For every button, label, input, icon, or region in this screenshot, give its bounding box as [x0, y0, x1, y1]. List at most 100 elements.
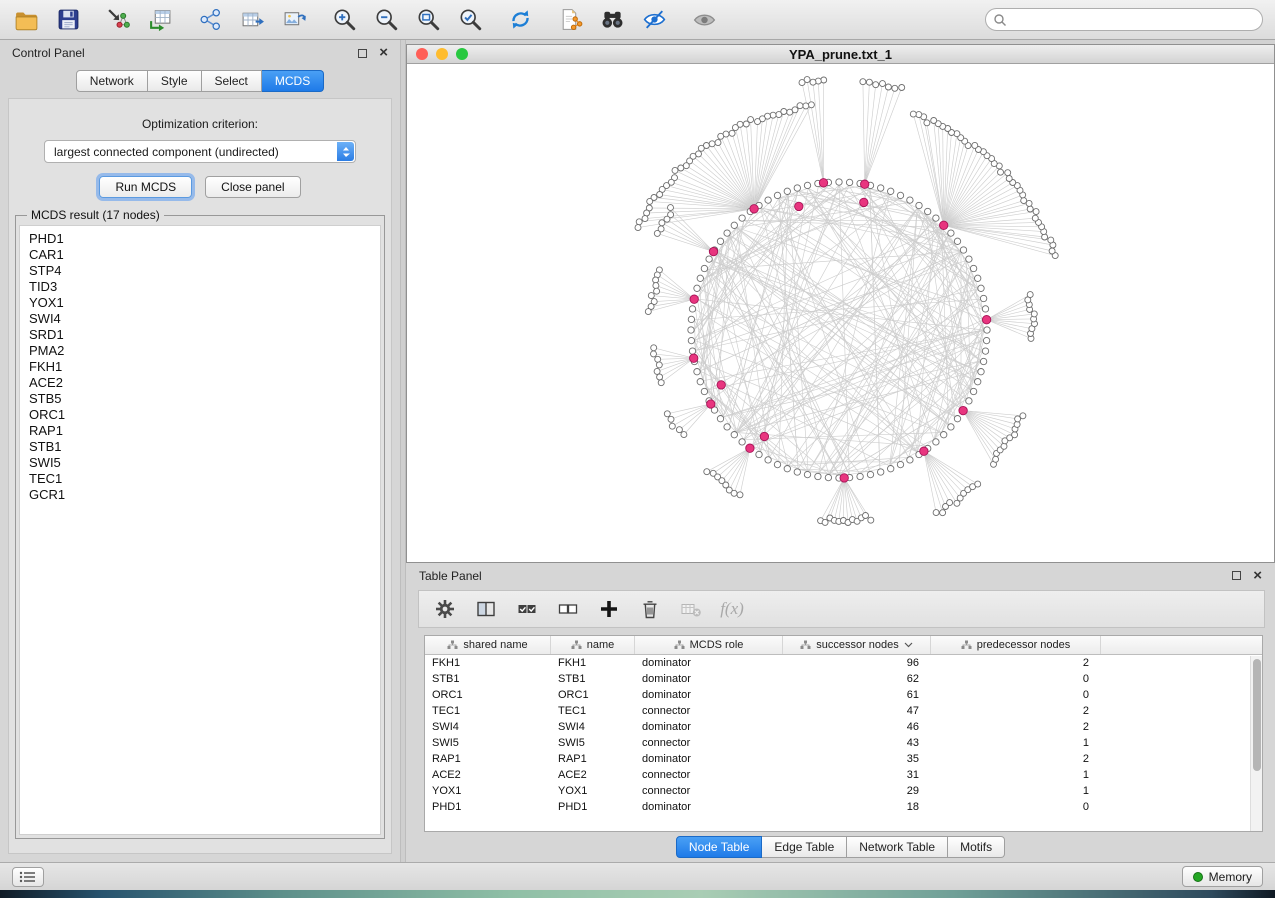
hide-selected-button[interactable] [640, 6, 668, 34]
function-builder-icon: f(x) [720, 599, 744, 619]
mcds-result-item[interactable]: STP4 [29, 263, 380, 279]
mcds-result-item[interactable]: YOX1 [29, 295, 380, 311]
mcds-result-item[interactable]: SWI5 [29, 455, 380, 471]
export-table-button[interactable] [238, 6, 266, 34]
cell-name: YOX1 [551, 785, 635, 797]
mcds-result-item[interactable]: GCR1 [29, 487, 380, 503]
run-mcds-button[interactable]: Run MCDS [99, 176, 192, 198]
mcds-result-item[interactable]: ACE2 [29, 375, 380, 391]
dropdown-stepper-icon [337, 142, 354, 161]
column-header-mcds-role[interactable]: MCDS role [635, 636, 783, 654]
cell-mcds-role: connector [635, 737, 783, 749]
cell-mcds-role: connector [635, 705, 783, 717]
table-row[interactable]: ACE2ACE2connector311 [425, 767, 1262, 783]
settings-icon [434, 598, 456, 620]
cell-shared-name: RAP1 [425, 753, 551, 765]
table-row[interactable]: FKH1FKH1dominator962 [425, 655, 1262, 671]
table-row[interactable]: SWI5SWI5connector431 [425, 735, 1262, 751]
show-all-button[interactable] [690, 6, 718, 34]
table-row[interactable]: STB1STB1dominator620 [425, 671, 1262, 687]
mcds-result-item[interactable]: PHD1 [29, 231, 380, 247]
mcds-result-item[interactable]: TEC1 [29, 471, 380, 487]
tab-network-table[interactable]: Network Table [847, 836, 948, 858]
close-table-panel-icon[interactable]: × [1253, 571, 1262, 581]
zoom-selected-button[interactable] [456, 6, 484, 34]
hide-selected-icon [642, 7, 667, 32]
mcds-result-item[interactable]: SRD1 [29, 327, 380, 343]
columns-button[interactable] [474, 597, 498, 621]
mcds-result-item[interactable]: FKH1 [29, 359, 380, 375]
column-header-successor-nodes[interactable]: successor nodes [783, 636, 931, 654]
column-header-name[interactable]: name [551, 636, 635, 654]
mcds-result-item[interactable]: CAR1 [29, 247, 380, 263]
mcds-result-item[interactable]: ORC1 [29, 407, 380, 423]
open-file-icon [14, 7, 39, 32]
refresh-button[interactable] [506, 6, 534, 34]
optimization-criterion-select[interactable]: largest connected component (undirected) [44, 140, 356, 163]
delete-column-button[interactable] [679, 597, 703, 621]
column-header-filler [1101, 636, 1262, 654]
table-row[interactable]: SWI4SWI4dominator462 [425, 719, 1262, 735]
export-network-button[interactable] [196, 6, 224, 34]
new-network-from-selection-button[interactable] [556, 6, 584, 34]
control-panel-window-buttons: × [358, 48, 388, 58]
toolbar-group [330, 6, 484, 34]
zoom-selected-icon [458, 7, 483, 32]
tab-style[interactable]: Style [148, 70, 202, 92]
import-network-button[interactable] [104, 6, 132, 34]
open-file-button[interactable] [12, 6, 40, 34]
add-button[interactable] [597, 597, 621, 621]
table-panel-window-buttons: × [1232, 571, 1262, 581]
panel-menu-button[interactable] [12, 867, 44, 887]
mcds-result-item[interactable]: SWI4 [29, 311, 380, 327]
column-header-predecessor-nodes[interactable]: predecessor nodes [931, 636, 1101, 654]
memory-button-label: Memory [1209, 870, 1252, 884]
function-builder-button[interactable]: f(x) [720, 597, 744, 621]
window-zoom-button[interactable] [456, 48, 468, 60]
tab-network[interactable]: Network [76, 70, 148, 92]
mcds-result-item[interactable]: TID3 [29, 279, 380, 295]
tab-motifs[interactable]: Motifs [948, 836, 1005, 858]
tab-edge-table[interactable]: Edge Table [762, 836, 847, 858]
zoom-in-button[interactable] [330, 6, 358, 34]
select-all-icon [516, 598, 538, 620]
select-all-button[interactable] [515, 597, 539, 621]
table-row[interactable]: TEC1TEC1connector472 [425, 703, 1262, 719]
cell-shared-name: ACE2 [425, 769, 551, 781]
save-button[interactable] [54, 6, 82, 34]
export-image-button[interactable] [280, 6, 308, 34]
network-canvas[interactable] [407, 64, 1274, 562]
delete-button[interactable] [638, 597, 662, 621]
close-panel-button[interactable]: Close panel [205, 176, 300, 198]
mcds-result-list[interactable]: PHD1CAR1STP4TID3YOX1SWI4SRD1PMA2FKH1ACE2… [19, 225, 381, 835]
close-panel-icon[interactable]: × [379, 48, 388, 58]
memory-button[interactable]: Memory [1182, 866, 1263, 887]
table-scrollbar[interactable] [1250, 656, 1262, 831]
tab-select[interactable]: Select [202, 70, 262, 92]
float-panel-icon[interactable] [358, 49, 367, 58]
zoom-fit-button[interactable] [414, 6, 442, 34]
column-header-shared-name[interactable]: shared name [425, 636, 551, 654]
refresh-icon [508, 7, 533, 32]
table-row[interactable]: PHD1PHD1dominator180 [425, 799, 1262, 815]
search-input[interactable] [985, 8, 1263, 31]
float-table-panel-icon[interactable] [1232, 571, 1241, 580]
import-table-button[interactable] [146, 6, 174, 34]
mcds-result-item[interactable]: STB5 [29, 391, 380, 407]
deselect-all-button[interactable] [556, 597, 580, 621]
table-row[interactable]: YOX1YOX1connector291 [425, 783, 1262, 799]
tab-mcds[interactable]: MCDS [262, 70, 324, 92]
mcds-result-item[interactable]: STB1 [29, 439, 380, 455]
table-row[interactable]: ORC1ORC1dominator610 [425, 687, 1262, 703]
zoom-out-button[interactable] [372, 6, 400, 34]
table-scrollbar-thumb[interactable] [1253, 659, 1261, 771]
settings-button[interactable] [433, 597, 457, 621]
mcds-result-item[interactable]: RAP1 [29, 423, 380, 439]
mcds-result-item[interactable]: PMA2 [29, 343, 380, 359]
table-row[interactable]: RAP1RAP1dominator352 [425, 751, 1262, 767]
window-minimize-button[interactable] [436, 48, 448, 60]
first-neighbors-button[interactable] [598, 6, 626, 34]
tab-node-table[interactable]: Node Table [676, 836, 763, 858]
window-close-button[interactable] [416, 48, 428, 60]
cell-successor-nodes: 29 [783, 785, 931, 797]
